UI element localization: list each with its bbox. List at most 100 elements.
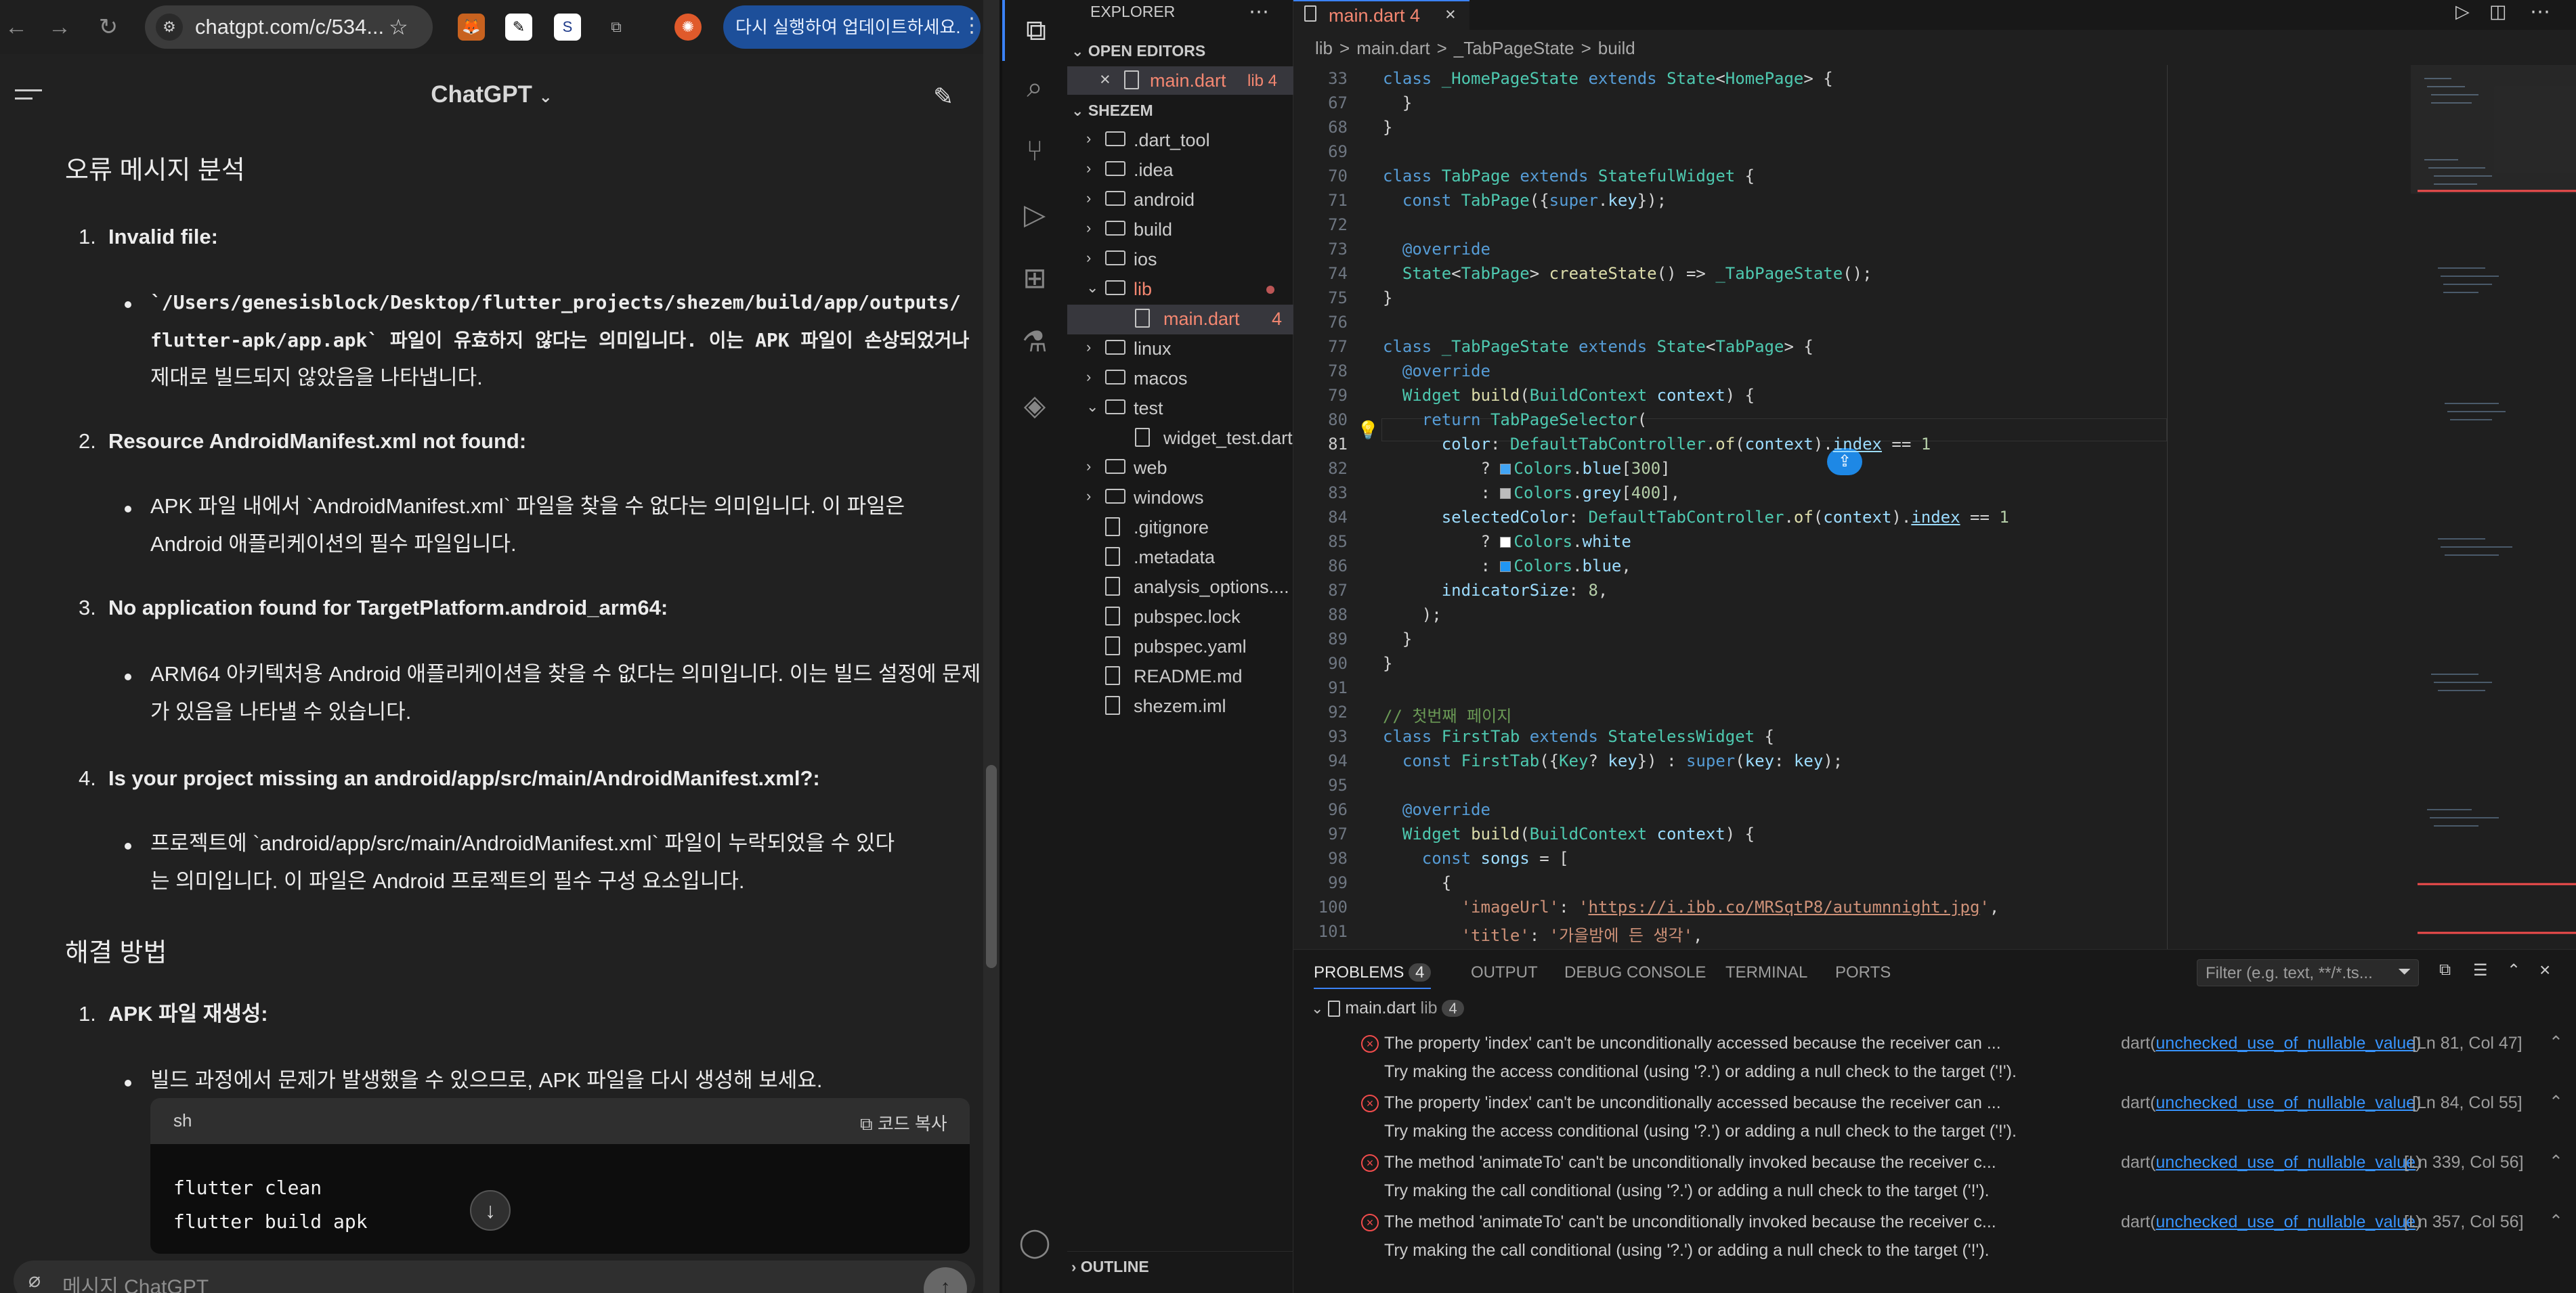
chevron-up-icon[interactable]: ⌃ [2549, 1092, 2563, 1112]
problem-item[interactable]: × The method 'animateTo' can't be uncondi… [1293, 1149, 2576, 1208]
code-line[interactable]: } [1383, 654, 1392, 673]
code-line[interactable]: color: DefaultTabController.of(context).… [1383, 435, 1931, 454]
code-line[interactable]: const songs = [ [1383, 849, 1569, 868]
tree-item[interactable]: ⌄ test [1067, 394, 1293, 424]
close-icon[interactable]: × [1100, 69, 1111, 90]
close-icon[interactable]: × [1445, 4, 1456, 25]
code-line[interactable]: class _TabPageState extends State<TabPag… [1383, 337, 1813, 356]
source-control-icon[interactable]: ⑂ [1002, 120, 1067, 181]
rule-link[interactable]: unchecked_use_of_nullable_value [2155, 1153, 2416, 1172]
run-debug-icon[interactable]: ▷ [1002, 184, 1067, 245]
filter-icon[interactable]: ⏷ [2398, 963, 2411, 982]
tree-item[interactable]: › windows [1067, 483, 1293, 513]
tab-main-dart[interactable]: main.dart 4 × [1293, 0, 1469, 30]
extensions-puzzle-icon[interactable]: ⧉ [603, 14, 630, 41]
outline-section[interactable]: › OUTLINE [1071, 1258, 1149, 1276]
new-chat-icon[interactable]: ✎ [933, 83, 953, 111]
tree-item[interactable]: ⌄ lib [1067, 275, 1293, 305]
code-line[interactable]: Widget build(BuildContext context) { [1383, 386, 1755, 405]
code-line[interactable]: 'title': '가을밤에 든 생각', [1383, 922, 1703, 946]
tab-problems[interactable]: PROBLEMS 4 [1314, 963, 1432, 989]
tree-item[interactable]: › .idea [1067, 156, 1293, 185]
code-line[interactable]: } [1383, 630, 1412, 649]
browser-menu-icon[interactable]: ⋮ [962, 14, 982, 37]
tree-item[interactable]: main.dart 4 [1067, 305, 1293, 334]
problem-item[interactable]: × The property 'index' can't be unconditi… [1293, 1089, 2576, 1149]
tree-item[interactable]: › .dart_tool [1067, 126, 1293, 156]
open-editor-item[interactable]: × main.dart lib 4 [1067, 66, 1293, 95]
tree-item[interactable]: README.md [1067, 662, 1293, 692]
tree-item[interactable]: › linux [1067, 334, 1293, 364]
more-actions-icon[interactable]: ⋯ [1249, 0, 1269, 24]
open-editors-section[interactable]: ⌄ OPEN EDITORS [1071, 42, 1205, 60]
update-button[interactable]: 다시 실행하여 업데이트하세요. [723, 5, 981, 49]
code-line[interactable]: indicatorSize: 8, [1383, 581, 1608, 600]
run-icon[interactable]: ▷ [2455, 1, 2470, 22]
collapse-all-icon[interactable]: ⧉ [2439, 961, 2451, 980]
page-scrollbar[interactable] [983, 0, 1000, 1293]
problem-item[interactable]: × The property 'index' can't be unconditi… [1293, 1030, 2576, 1089]
tree-item[interactable]: › build [1067, 215, 1293, 245]
bookmark-star-icon[interactable]: ☆ [389, 5, 408, 49]
site-info-icon[interactable]: ⚙ [156, 14, 183, 41]
breadcrumb-item[interactable]: lib [1315, 38, 1333, 58]
code-line[interactable]: const TabPage({super.key}); [1383, 191, 1667, 210]
close-panel-icon[interactable]: × [2539, 959, 2550, 981]
rule-link[interactable]: unchecked_use_of_nullable_value [2155, 1034, 2416, 1053]
account-icon[interactable]: ◯ [1002, 1212, 1067, 1273]
back-icon[interactable]: ← [0, 11, 33, 43]
rule-link[interactable]: unchecked_use_of_nullable_value [2155, 1093, 2416, 1112]
scroll-down-button[interactable]: ↓ [470, 1190, 511, 1231]
tree-item[interactable]: › android [1067, 185, 1293, 215]
tree-item[interactable]: › web [1067, 454, 1293, 483]
breadcrumb-item[interactable]: build [1598, 38, 1635, 58]
project-section[interactable]: ⌄ SHEZEM [1071, 102, 1153, 120]
code-line[interactable]: @override [1383, 800, 1490, 819]
tree-item[interactable]: analysis_options.... [1067, 573, 1293, 602]
tab-ports[interactable]: PORTS [1835, 963, 1891, 982]
code-line[interactable]: } [1383, 93, 1412, 112]
code-line[interactable]: : Colors.grey[400], [1383, 483, 1680, 502]
split-editor-icon[interactable]: ◫ [2489, 1, 2507, 22]
code-line[interactable]: 'imageUrl': 'https://i.ibb.co/MRSqtP8/au… [1383, 898, 2000, 917]
code-line[interactable]: ? Colors.white [1383, 532, 1631, 551]
search-icon[interactable]: ⌕ [1002, 57, 1067, 118]
flutter-icon[interactable]: ◈ [1002, 375, 1067, 436]
code-line[interactable]: ); [1383, 605, 1442, 624]
chevron-up-icon[interactable]: ⌃ [2549, 1032, 2563, 1053]
tree-item[interactable]: shezem.iml [1067, 692, 1293, 722]
code-line[interactable]: { [1383, 873, 1451, 892]
extension-icon[interactable]: ✎ [505, 14, 532, 41]
rule-link[interactable]: unchecked_use_of_nullable_value [2155, 1212, 2416, 1231]
tree-item[interactable]: › macos [1067, 364, 1293, 394]
tab-debug-console[interactable]: DEBUG CONSOLE [1564, 963, 1706, 982]
minimap[interactable] [2411, 65, 2576, 949]
reload-icon[interactable]: ↻ [92, 11, 125, 43]
problems-file-row[interactable]: ⌄ main.dart lib 4 [1311, 999, 1464, 1018]
problem-item[interactable]: × The method 'animateTo' can't be uncondi… [1293, 1208, 2576, 1268]
code-line[interactable]: const FirstTab({Key? key}) : super(key: … [1383, 751, 1843, 770]
code-line[interactable]: ? Colors.blue[300] [1383, 459, 1670, 478]
code-line[interactable]: class _HomePageState extends State<HomeP… [1383, 69, 1833, 88]
copy-code-button[interactable]: ⧉ 코드 복사 [860, 1110, 947, 1135]
code-line[interactable]: @override [1383, 361, 1490, 380]
extension-fox-icon[interactable]: 🦊 [458, 14, 485, 41]
profile-avatar[interactable]: ✺ [674, 14, 702, 41]
chevron-up-icon[interactable]: ⌃ [2549, 1211, 2563, 1231]
tree-item[interactable]: › ios [1067, 245, 1293, 275]
tree-item[interactable]: .gitignore [1067, 513, 1293, 543]
code-line[interactable]: return TabPageSelector( [1383, 410, 1647, 429]
tab-output[interactable]: OUTPUT [1471, 963, 1538, 982]
testing-icon[interactable]: ⚗ [1002, 311, 1067, 372]
tree-item[interactable]: pubspec.lock [1067, 602, 1293, 632]
code-line[interactable]: selectedColor: DefaultTabController.of(c… [1383, 508, 2009, 527]
extension-icon[interactable]: S [554, 14, 581, 41]
code-line[interactable]: } [1383, 288, 1392, 307]
address-bar[interactable]: ⚙ chatgpt.com/c/534... ☆ [145, 5, 433, 49]
problems-filter-input[interactable]: Filter (e.g. text, **/*.ts... ⏷ [2197, 959, 2419, 986]
code-editor[interactable]: 💡 ⇪ 33 class _HomePageState extends State… [1293, 65, 2411, 949]
tree-item[interactable]: .metadata [1067, 543, 1293, 573]
code-line[interactable]: class FirstTab extends StatelessWidget { [1383, 727, 1774, 746]
lightbulb-icon[interactable]: 💡 [1357, 420, 1379, 441]
tree-item[interactable]: widget_test.dart [1067, 424, 1293, 454]
